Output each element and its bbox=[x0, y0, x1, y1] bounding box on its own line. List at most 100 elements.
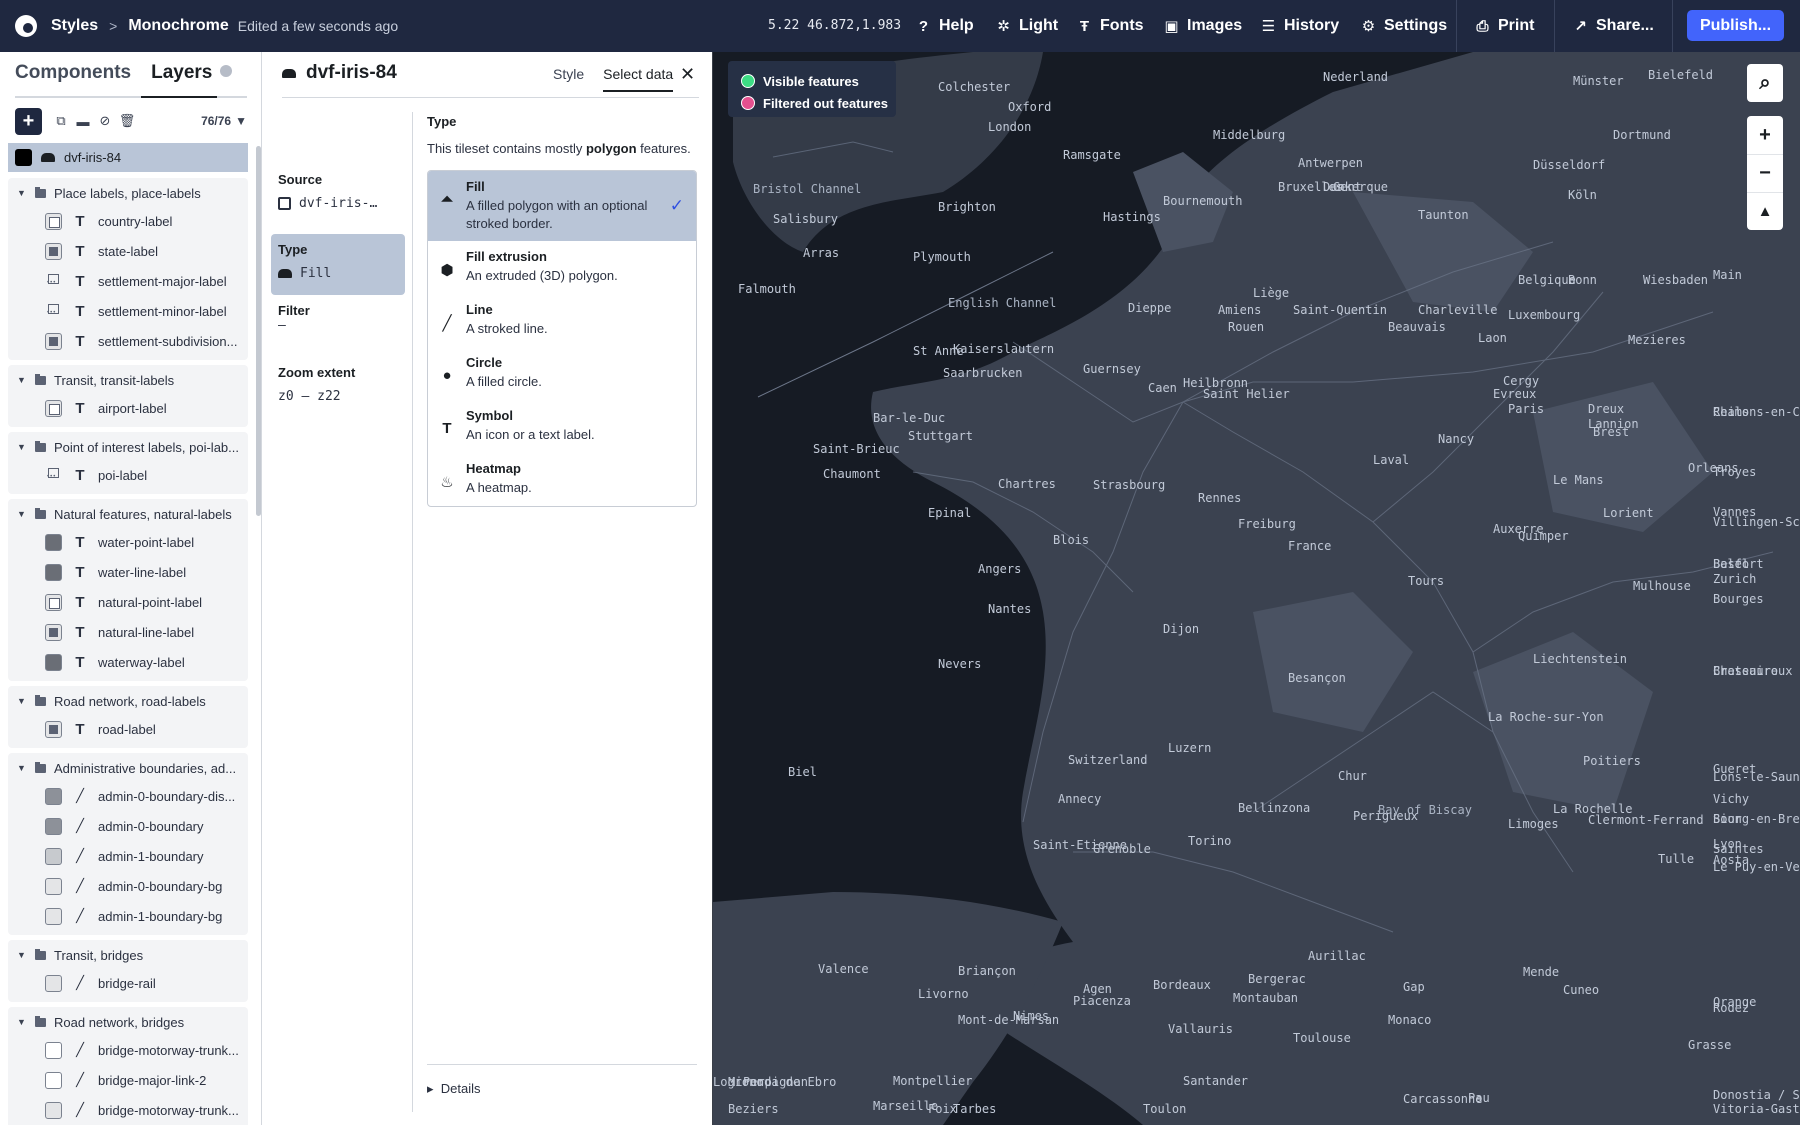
layer-swatch[interactable] bbox=[45, 467, 62, 484]
layer-swatch[interactable] bbox=[45, 1101, 62, 1119]
source-property[interactable]: Source dvf-iris-… bbox=[278, 172, 402, 211]
layer-row[interactable]: Tnatural-point-label bbox=[8, 587, 248, 617]
group-header[interactable]: ▼ Transit, transit-labels bbox=[8, 367, 248, 393]
layer-row[interactable]: Twater-line-label bbox=[8, 557, 248, 587]
layer-row[interactable]: Tsettlement-subdivision... bbox=[8, 326, 248, 356]
layer-row[interactable]: Troad-label bbox=[8, 714, 248, 744]
type-option-fill[interactable]: ⏶ Fill A filled polygon with an optional s… bbox=[428, 171, 696, 241]
layer-swatch[interactable] bbox=[45, 332, 62, 350]
layer-swatch[interactable] bbox=[45, 787, 62, 805]
compass-icon[interactable]: ▲ bbox=[1747, 192, 1783, 230]
group-header[interactable]: ▼ Natural features, natural-labels bbox=[8, 501, 248, 527]
layer-row[interactable]: ╱ bridge-rail bbox=[8, 968, 248, 998]
layer-row[interactable]: ╱ bridge-motorway-trunk... bbox=[8, 1095, 248, 1125]
layer-row[interactable]: ╱ bridge-motorway-trunk... bbox=[8, 1035, 248, 1065]
print-button[interactable]: ⎙ Print bbox=[1474, 0, 1534, 52]
publish-button[interactable]: Publish... bbox=[1687, 10, 1784, 41]
tab-components[interactable]: Components bbox=[15, 62, 131, 97]
layer-swatch[interactable] bbox=[45, 847, 62, 865]
caret-down-icon[interactable]: ▼ bbox=[17, 375, 31, 385]
layer-row[interactable]: Tairport-label bbox=[8, 393, 248, 423]
layer-row[interactable]: ╱ admin-1-boundary-bg bbox=[8, 901, 248, 931]
map-search-button[interactable]: ⌕ bbox=[1747, 64, 1783, 102]
tab-select-data[interactable]: Select data bbox=[603, 66, 674, 92]
caret-down-icon[interactable]: ▼ bbox=[17, 442, 31, 452]
layer-row[interactable]: Tpoi-label bbox=[8, 460, 248, 490]
layer-swatch[interactable] bbox=[45, 1071, 62, 1089]
layer-swatch[interactable] bbox=[45, 593, 62, 611]
group-header[interactable]: ▼ Point of interest labels, poi-lab... bbox=[8, 434, 248, 460]
breadcrumb-styles[interactable]: Styles bbox=[51, 17, 98, 35]
group-header[interactable]: ▼ Road network, bridges bbox=[8, 1009, 248, 1035]
caret-down-icon[interactable]: ▼ bbox=[17, 509, 31, 519]
share-button[interactable]: ↗ Share... bbox=[1572, 0, 1654, 52]
layer-swatch[interactable] bbox=[45, 623, 62, 641]
layer-swatch[interactable] bbox=[45, 653, 62, 671]
layer-swatch[interactable] bbox=[45, 817, 62, 835]
type-option-fill-extrusion[interactable]: ⬢ Fill extrusion An extruded (3D) polygon. bbox=[428, 241, 696, 294]
add-layer-button[interactable]: + bbox=[15, 107, 42, 135]
layer-swatch[interactable] bbox=[45, 907, 62, 925]
type-property[interactable]: Type Fill bbox=[278, 242, 402, 281]
map-canvas[interactable]: GloucesterColchesterOxfordNederlandMünst… bbox=[713, 52, 1800, 1125]
history-button[interactable]: ☰ History bbox=[1260, 0, 1339, 52]
layer-row[interactable]: ╱ admin-0-boundary-dis... bbox=[8, 781, 248, 811]
layer-swatch[interactable] bbox=[45, 877, 62, 895]
style-name[interactable]: Monochrome bbox=[128, 17, 228, 35]
layer-swatch[interactable] bbox=[45, 242, 62, 260]
caret-down-icon[interactable]: ▼ bbox=[17, 1017, 31, 1027]
theme-button[interactable]: ✲ Light bbox=[995, 0, 1058, 52]
tab-layers[interactable]: Layers bbox=[151, 62, 233, 97]
close-icon[interactable]: ✕ bbox=[680, 64, 695, 85]
layer-row[interactable]: ╱ admin-0-boundary-bg bbox=[8, 871, 248, 901]
type-option-circle[interactable]: ● Circle A filled circle. bbox=[428, 347, 696, 400]
layer-row[interactable]: Tsettlement-minor-label bbox=[8, 296, 248, 326]
caret-down-icon[interactable]: ▼ bbox=[17, 188, 31, 198]
group-header[interactable]: ▼ Road network, road-labels bbox=[8, 688, 248, 714]
group-header[interactable]: ▼ Place labels, place-labels bbox=[8, 180, 248, 206]
images-button[interactable]: ▣ Images bbox=[1163, 0, 1242, 52]
layer-row[interactable]: Twaterway-label bbox=[8, 647, 248, 677]
duplicate-layer-icon[interactable]: ⧉ bbox=[50, 110, 72, 132]
zoom-out-button[interactable]: − bbox=[1747, 154, 1783, 192]
help-button[interactable]: ? Help bbox=[915, 0, 974, 52]
layer-swatch[interactable] bbox=[45, 720, 62, 738]
group-header[interactable]: ▼ Transit, bridges bbox=[8, 942, 248, 968]
layer-row[interactable]: Tcountry-label bbox=[8, 206, 248, 236]
layer-swatch[interactable] bbox=[45, 399, 62, 417]
caret-down-icon[interactable]: ▼ bbox=[17, 950, 31, 960]
layer-swatch[interactable] bbox=[45, 303, 62, 320]
type-option-symbol[interactable]: T Symbol An icon or a text label. bbox=[428, 400, 696, 453]
layer-row[interactable]: ╱ bridge-major-link-2 bbox=[8, 1065, 248, 1095]
layer-row[interactable]: Tnatural-line-label bbox=[8, 617, 248, 647]
tab-style[interactable]: Style bbox=[553, 66, 584, 92]
hide-layer-icon[interactable]: ⊘ bbox=[94, 110, 116, 132]
caret-down-icon[interactable]: ▼ bbox=[17, 696, 31, 706]
layer-count[interactable]: 76/76 ▼ bbox=[201, 114, 247, 128]
layer-row[interactable]: Tsettlement-major-label bbox=[8, 266, 248, 296]
selected-layer-row[interactable]: dvf-iris-84 bbox=[8, 143, 248, 172]
group-header[interactable]: ▼ Administrative boundaries, ad... bbox=[8, 755, 248, 781]
layers-scrollbar[interactable] bbox=[256, 146, 261, 516]
details-toggle[interactable]: ▸ Details bbox=[427, 1064, 697, 1097]
caret-down-icon[interactable]: ▼ bbox=[17, 763, 31, 773]
layer-swatch[interactable] bbox=[15, 149, 32, 166]
filter-property[interactable]: Filter – bbox=[278, 303, 402, 333]
layer-row[interactable]: ╱ admin-0-boundary bbox=[8, 811, 248, 841]
settings-button[interactable]: ⚙ Settings bbox=[1360, 0, 1447, 52]
layer-swatch[interactable] bbox=[45, 212, 62, 230]
layer-swatch[interactable] bbox=[45, 533, 62, 551]
layer-row[interactable]: Tstate-label bbox=[8, 236, 248, 266]
layer-row[interactable]: ╱ admin-1-boundary bbox=[8, 841, 248, 871]
zoom-in-button[interactable]: + bbox=[1747, 116, 1783, 154]
layer-row[interactable]: Twater-point-label bbox=[8, 527, 248, 557]
app-logo-icon[interactable] bbox=[15, 15, 37, 37]
type-option-line[interactable]: ╱ Line A stroked line. bbox=[428, 294, 696, 347]
layer-swatch[interactable] bbox=[45, 563, 62, 581]
layer-swatch[interactable] bbox=[45, 1041, 62, 1059]
delete-layer-icon[interactable]: 🗑 bbox=[116, 110, 138, 132]
layer-swatch[interactable] bbox=[45, 273, 62, 290]
fonts-button[interactable]: Ŧ Fonts bbox=[1076, 0, 1144, 52]
zoom-extent-property[interactable]: Zoom extent z0 – z22 bbox=[278, 365, 402, 404]
group-folder-icon[interactable]: ▬ bbox=[72, 110, 94, 132]
